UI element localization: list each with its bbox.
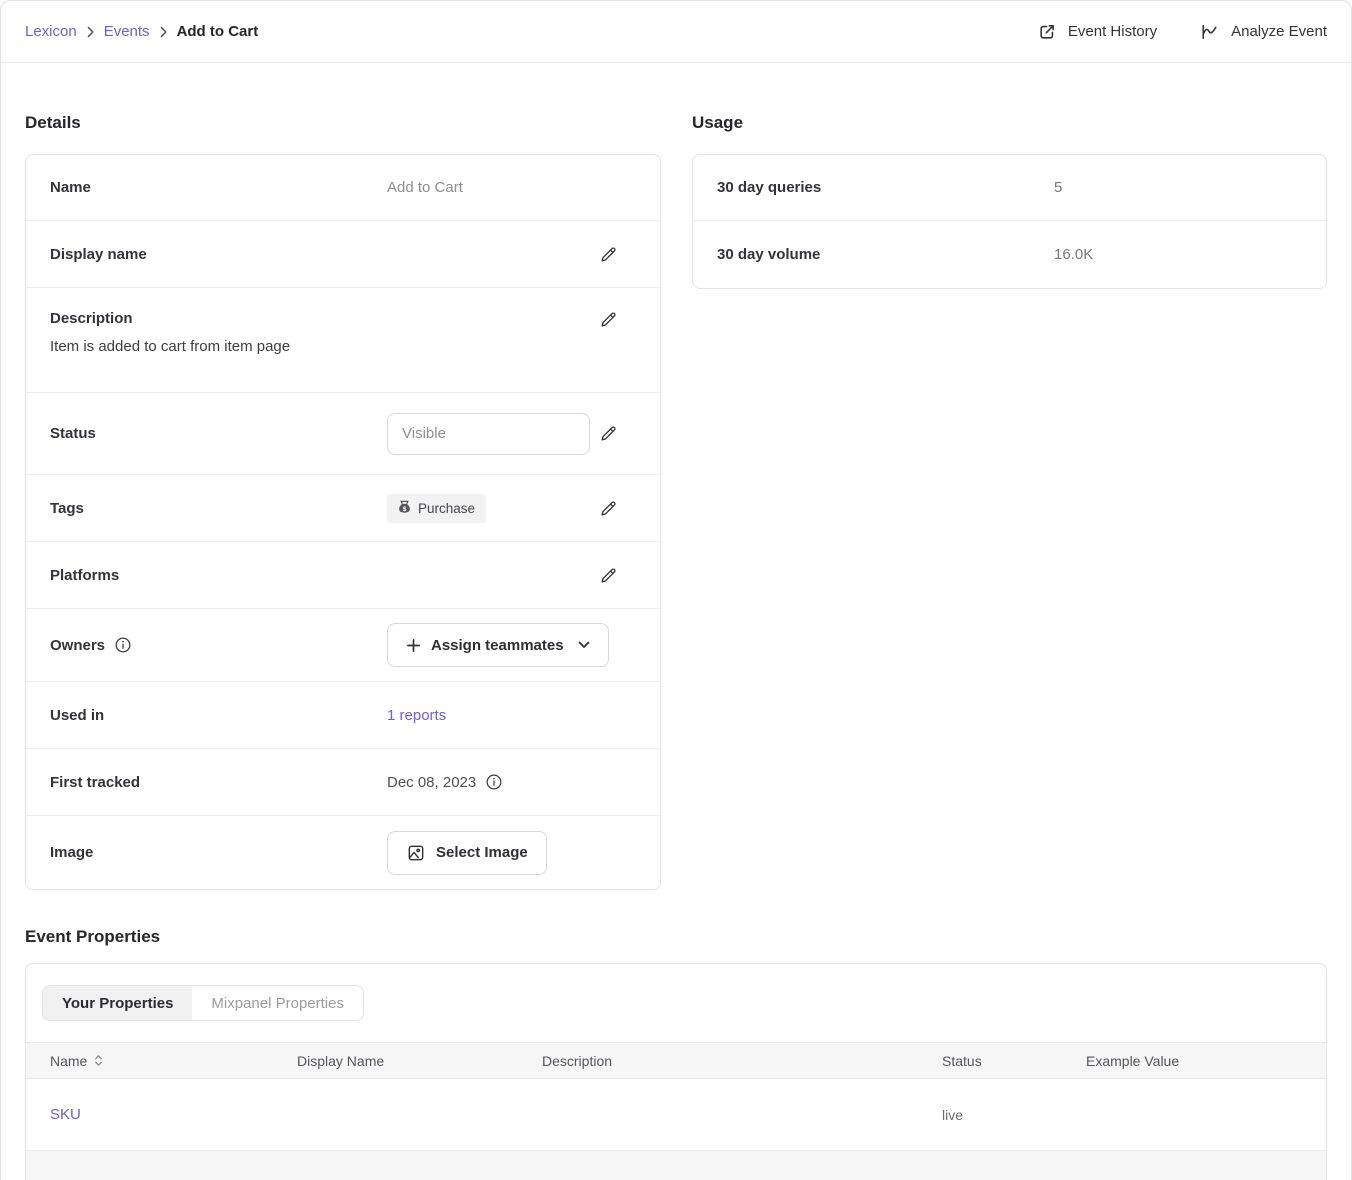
detail-row-used-in: Used in 1 reports [26, 682, 660, 749]
owners-label: Owners [50, 637, 105, 654]
description-label: Description [50, 310, 387, 327]
analyze-event-label: Analyze Event [1231, 23, 1327, 40]
detail-row-name: Name Add to Cart [26, 155, 660, 221]
breadcrumb-lexicon[interactable]: Lexicon [25, 23, 77, 40]
main-content: Details Name Add to Cart Display name [1, 63, 1351, 1180]
chevron-right-icon [159, 26, 168, 38]
usage-row-volume: 30 day volume 16.0K [693, 221, 1326, 288]
column-header-name[interactable]: Name [50, 1053, 87, 1069]
property-link-sku[interactable]: SKU [50, 1106, 81, 1123]
assign-teammates-button[interactable]: Assign teammates [387, 623, 609, 667]
status-label: Status [50, 425, 387, 442]
event-properties-section: Event Properties Your Properties Mixpane… [25, 925, 1327, 1180]
tag-chip-purchase: $ Purchase [387, 494, 486, 523]
used-in-label: Used in [50, 707, 387, 724]
details-card: Name Add to Cart Display name Descriptio… [25, 154, 661, 890]
header-actions: Event History Analyze Event [1037, 22, 1327, 42]
column-header-description: Description [542, 1053, 942, 1069]
event-properties-heading: Event Properties [25, 925, 1327, 949]
money-bag-icon: $ [398, 500, 411, 517]
edit-display-name-pencil-icon[interactable] [599, 245, 618, 264]
usage-card: 30 day queries 5 30 day volume 16.0K [692, 154, 1327, 289]
detail-row-platforms: Platforms [26, 542, 660, 609]
queries-value: 5 [1054, 179, 1062, 196]
usage-heading: Usage [692, 111, 1327, 135]
edit-description-pencil-icon[interactable] [599, 310, 618, 329]
queries-label: 30 day queries [717, 179, 1054, 196]
info-icon[interactable] [114, 636, 132, 654]
line-chart-icon [1199, 22, 1220, 42]
description-value: Item is added to cart from item page [50, 338, 618, 355]
top-bar: Lexicon Events Add to Cart Event Histo [1, 1, 1351, 63]
used-in-reports-link[interactable]: 1 reports [387, 707, 446, 724]
property-row-scroll-percent[interactable]: Scroll % live [26, 1151, 1326, 1180]
property-row-sku[interactable]: SKU live [26, 1079, 1326, 1151]
detail-row-description: Description Item is added to cart from i… [26, 288, 660, 393]
event-history-button[interactable]: Event History [1037, 22, 1157, 42]
name-value: Add to Cart [387, 179, 463, 196]
usage-row-queries: 30 day queries 5 [693, 155, 1326, 221]
tags-label: Tags [50, 500, 387, 517]
sort-icon[interactable] [94, 1054, 103, 1067]
platforms-label: Platforms [50, 567, 387, 584]
tab-your-properties[interactable]: Your Properties [43, 986, 192, 1020]
info-icon[interactable] [485, 773, 503, 791]
details-heading: Details [25, 111, 661, 135]
column-header-example-value: Example Value [1086, 1053, 1326, 1069]
chevron-down-icon [578, 641, 590, 649]
detail-row-display-name: Display name [26, 221, 660, 288]
volume-label: 30 day volume [717, 246, 1054, 263]
event-history-label: Event History [1068, 23, 1157, 40]
tab-mixpanel-properties[interactable]: Mixpanel Properties [192, 986, 363, 1020]
edit-status-pencil-icon[interactable] [599, 424, 618, 443]
svg-text:$: $ [403, 505, 407, 512]
select-image-label: Select Image [436, 844, 528, 861]
select-image-button[interactable]: Select Image [387, 831, 547, 875]
lexicon-event-detail-page: Lexicon Events Add to Cart Event Histo [0, 0, 1352, 1180]
detail-row-status: Status [26, 393, 660, 475]
plus-icon [406, 638, 421, 653]
detail-row-first-tracked: First tracked Dec 08, 2023 [26, 749, 660, 816]
detail-row-owners: Owners Assign teammates [26, 609, 660, 682]
assign-teammates-label: Assign teammates [431, 637, 564, 654]
property-status: live [942, 1107, 1086, 1123]
breadcrumb-current-event: Add to Cart [177, 23, 259, 40]
external-link-icon [1037, 22, 1057, 42]
breadcrumb-events[interactable]: Events [104, 23, 150, 40]
properties-table-header: Name Display Name Description Status Exa… [26, 1042, 1326, 1079]
edit-platforms-pencil-icon[interactable] [599, 566, 618, 585]
detail-row-tags: Tags $ Purchase [26, 475, 660, 542]
edit-tags-pencil-icon[interactable] [599, 499, 618, 518]
detail-row-image: Image Select Image [26, 816, 660, 889]
first-tracked-value: Dec 08, 2023 [387, 774, 476, 791]
details-section: Details Name Add to Cart Display name [25, 99, 661, 890]
event-properties-card: Your Properties Mixpanel Properties Name… [25, 963, 1327, 1180]
first-tracked-label: First tracked [50, 774, 387, 791]
tag-label: Purchase [418, 501, 475, 516]
column-header-display-name: Display Name [297, 1053, 542, 1069]
chevron-right-icon [86, 26, 95, 38]
column-header-status: Status [942, 1053, 1086, 1069]
status-input[interactable] [387, 413, 590, 455]
display-name-label: Display name [50, 246, 387, 263]
analyze-event-button[interactable]: Analyze Event [1199, 22, 1327, 42]
image-icon [406, 843, 426, 863]
usage-section: Usage 30 day queries 5 30 day volume 16.… [692, 99, 1327, 890]
breadcrumb: Lexicon Events Add to Cart [25, 23, 258, 40]
properties-tab-group: Your Properties Mixpanel Properties [42, 985, 364, 1021]
name-label: Name [50, 179, 387, 196]
volume-value: 16.0K [1054, 246, 1093, 263]
image-label: Image [50, 844, 387, 861]
